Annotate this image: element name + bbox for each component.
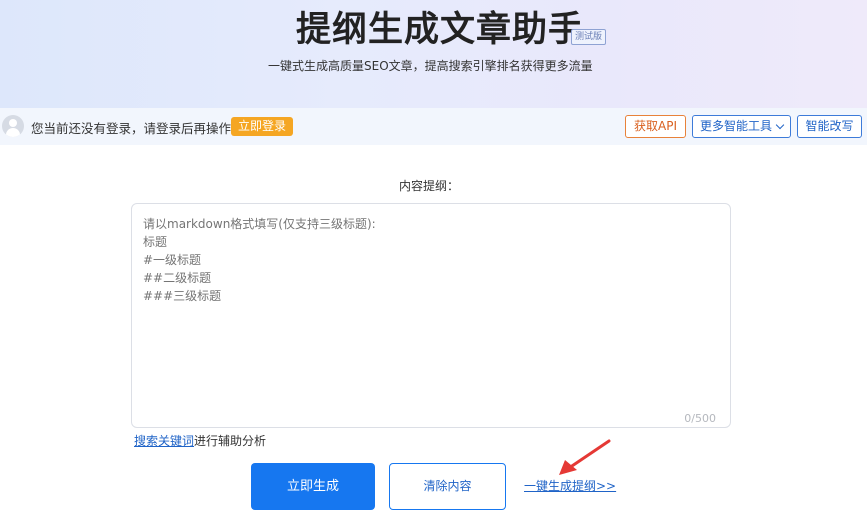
more-tools-label: 更多智能工具	[699, 119, 772, 133]
helper-suffix: 进行辅助分析	[194, 434, 267, 448]
beta-badge: 测试版	[571, 29, 607, 45]
clear-button[interactable]: 清除内容	[389, 463, 506, 510]
page-subtitle: 一键式生成高质量SEO文章，提高搜索引擎排名获得更多流量	[268, 59, 593, 73]
get-api-button[interactable]: 获取API	[625, 115, 686, 138]
login-button[interactable]: 立即登录	[231, 117, 293, 136]
login-message: 您当前还没有登录，请登录后再操作	[31, 121, 232, 136]
character-counter: 0/500	[684, 412, 716, 425]
user-avatar-icon	[2, 115, 24, 137]
outline-textarea-container: 0/500	[131, 203, 731, 428]
chevron-down-icon	[775, 120, 785, 130]
page-title: 提纲生成文章助手	[296, 10, 585, 50]
outline-label: 内容提纲：	[399, 179, 460, 193]
search-keyword-link[interactable]: 搜索关键词	[134, 434, 194, 448]
red-arrow-icon	[559, 439, 611, 475]
helper-text: 搜索关键词进行辅助分析	[134, 432, 266, 449]
more-tools-dropdown[interactable]: 更多智能工具	[692, 115, 791, 138]
smart-rewrite-button[interactable]: 智能改写	[797, 115, 862, 138]
generate-button[interactable]: 立即生成	[251, 463, 375, 510]
outline-textarea[interactable]	[143, 215, 718, 405]
one-click-outline-link[interactable]: 一键生成提纲>>	[524, 477, 616, 494]
